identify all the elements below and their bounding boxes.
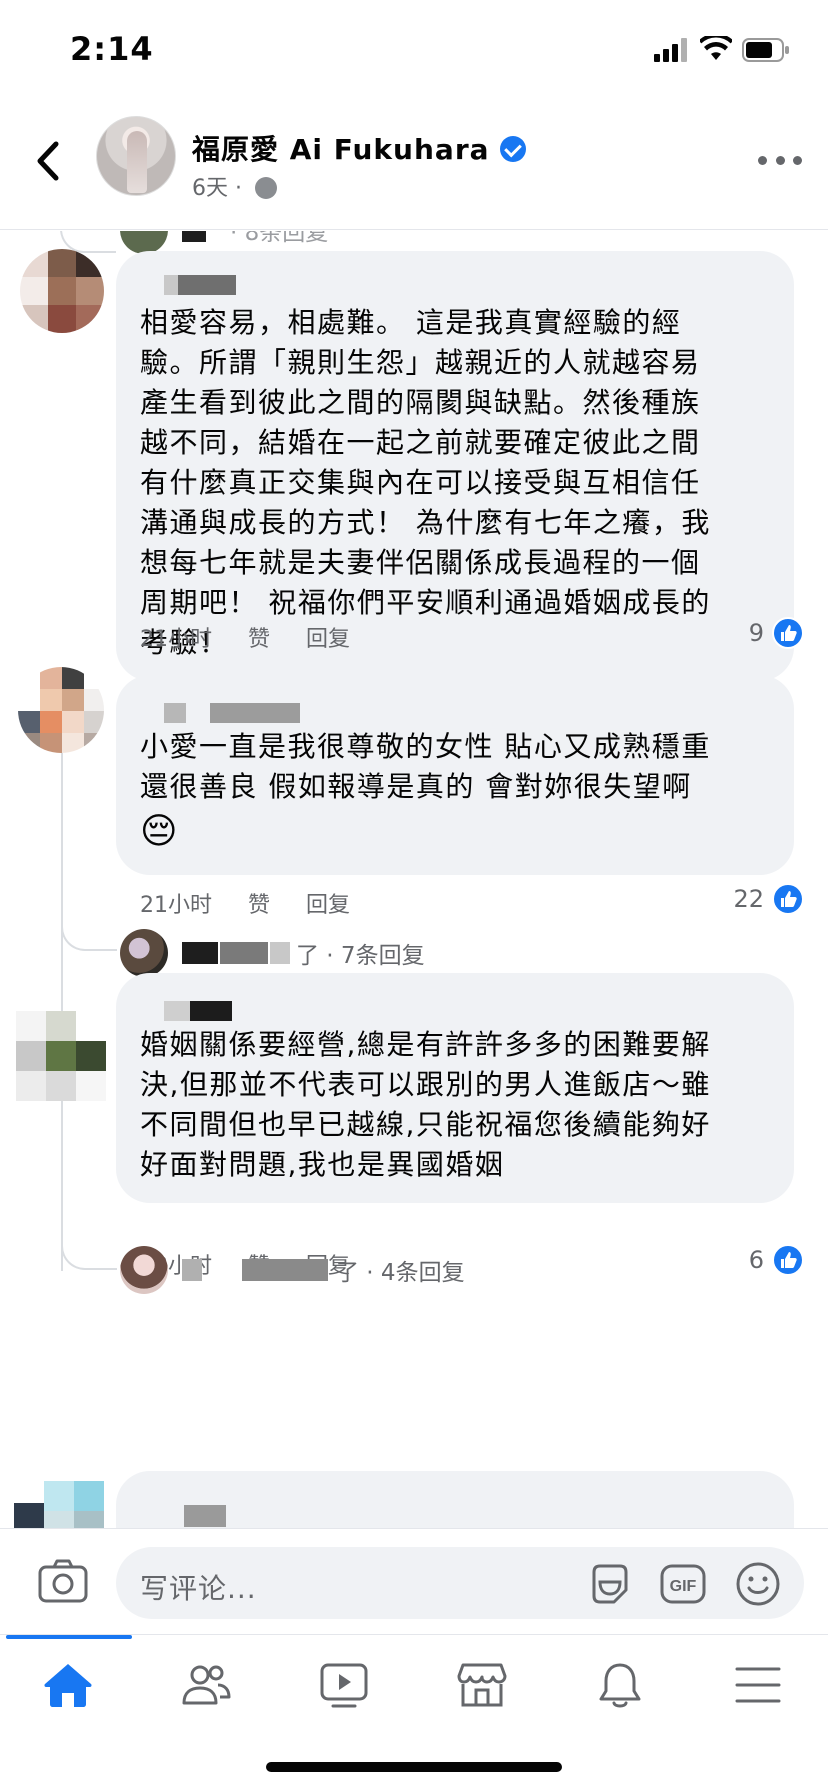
thumbs-up-icon [772,883,804,915]
comment-author-blurred [140,991,770,1021]
notifications-icon [599,1663,641,1708]
marketplace-icon [457,1663,507,1707]
page-name[interactable]: 福原愛 Ai Fukuhara [192,128,526,168]
nav-home[interactable] [38,1655,98,1715]
globe-icon [254,177,277,199]
nav-menu[interactable] [728,1655,788,1715]
comments-list[interactable]: · 8条回复 相愛容易，相處難。 這是我真實經驗的經 驗。所謂「親則生怨」越親近… [0,231,828,1528]
reply-avatar [120,1246,168,1294]
reply-link[interactable]: 回复 [306,621,350,653]
page-avatar[interactable] [96,116,176,196]
comment-time: 21小时 [140,627,212,652]
emoji-icon[interactable] [734,1560,782,1608]
svg-text:GIF: GIF [670,1578,697,1595]
commenter-avatar[interactable] [18,667,104,753]
watch-icon [320,1663,368,1708]
like-count-number: 9 [748,619,764,647]
blurred-name [182,1259,202,1281]
thread-connector [61,891,117,951]
more-options-icon[interactable] [758,148,802,172]
status-bar: 2:14 [0,0,828,100]
nav-friends[interactable] [176,1655,236,1715]
post-age: 6天 · [192,176,249,201]
back-arrow-icon[interactable] [30,136,70,186]
reply-count: 了 · 4条回复 [336,1260,465,1286]
blurred-name [182,231,206,242]
wifi-icon [700,36,732,60]
like-link[interactable]: 赞 [248,621,270,653]
like-count-number: 6 [748,1246,764,1274]
thread-line [61,1101,63,1231]
home-indicator[interactable] [266,1762,562,1772]
active-tab-indicator [6,1635,132,1639]
nav-marketplace[interactable] [452,1655,512,1715]
commenter-avatar[interactable] [16,1011,106,1101]
comment-bubble[interactable] [116,1471,794,1528]
camera-icon[interactable] [38,1559,88,1603]
view-replies[interactable]: 了 · 7条回复 [120,928,425,978]
comment-input[interactable]: 写评论... GIF [116,1547,804,1619]
friends-icon [182,1665,231,1705]
thumbs-up-icon [772,1244,804,1276]
like-count[interactable]: 6 [749,1244,804,1276]
nav-notifications[interactable] [590,1655,650,1715]
status-time: 2:14 [70,30,154,68]
comment-text: 小愛一直是我很尊敬的女性 貼心又成熟穩重 還很善良 假如報導是真的 會對妳很失望… [140,730,711,803]
sticker-icon[interactable] [586,1560,634,1608]
comment-actions: 21小时 赞 回复 [140,887,350,919]
blurred-name [182,942,218,964]
comment-input-placeholder: 写评论... [140,1572,257,1605]
like-count[interactable]: 9 [749,617,804,649]
post-meta: 6天 · [192,170,277,202]
like-count-number: 22 [733,885,764,913]
comment-author-blurred [140,693,770,723]
pensive-emoji: 😔 [140,811,178,852]
menu-icon [735,1667,781,1703]
comment-bubble[interactable]: 婚姻關係要經營,總是有許許多多的困難要解 決,但那並不代表可以跟別的男人進飯店～… [116,973,794,1203]
comment-author-blurred [140,269,770,297]
battery-icon [742,38,789,62]
commenter-avatar[interactable] [20,249,104,333]
view-replies[interactable]: 了 · 4条回复 [120,1245,465,1295]
comment-text: 婚姻關係要經營,總是有許許多多的困難要解 決,但那並不代表可以跟別的男人進飯店～… [140,1028,711,1181]
home-icon [44,1664,92,1707]
reply-count: · 8条回复 [230,231,329,246]
thread-connector [61,1226,117,1270]
cellular-signal-icon [654,38,687,62]
reply-link[interactable]: 回复 [306,887,350,919]
like-count[interactable]: 22 [733,883,804,915]
reply-count: 了 · 7条回复 [296,943,425,969]
comment-actions: 21小时 赞 回复 [140,621,350,653]
page-name-text: 福原愛 Ai Fukuhara [192,133,490,166]
bottom-navigation [0,1634,828,1746]
thumbs-up-icon [772,617,804,649]
verified-badge-icon [499,136,526,162]
comment-bubble[interactable]: 小愛一直是我很尊敬的女性 貼心又成熟穩重 還很善良 假如報導是真的 會對妳很失望… [116,675,794,875]
nav-watch[interactable] [314,1655,374,1715]
commenter-avatar[interactable] [14,1481,104,1528]
like-link[interactable]: 赞 [248,887,270,919]
comment-author-blurred [140,1489,770,1527]
gif-icon[interactable]: GIF [659,1560,707,1608]
reply-avatar [120,929,168,977]
comment-text: 相愛容易，相處難。 這是我真實經驗的經 驗。所謂「親則生怨」越親近的人就越容易 … [140,306,711,659]
post-header: 福原愛 Ai Fukuhara 6天 · [0,100,828,230]
comment-time: 21小时 [140,893,212,918]
comment-bubble[interactable]: 相愛容易，相處難。 這是我真實經驗的經 驗。所謂「親則生怨」越親近的人就越容易 … [116,251,794,681]
comment-composer: 写评论... GIF [0,1528,828,1634]
